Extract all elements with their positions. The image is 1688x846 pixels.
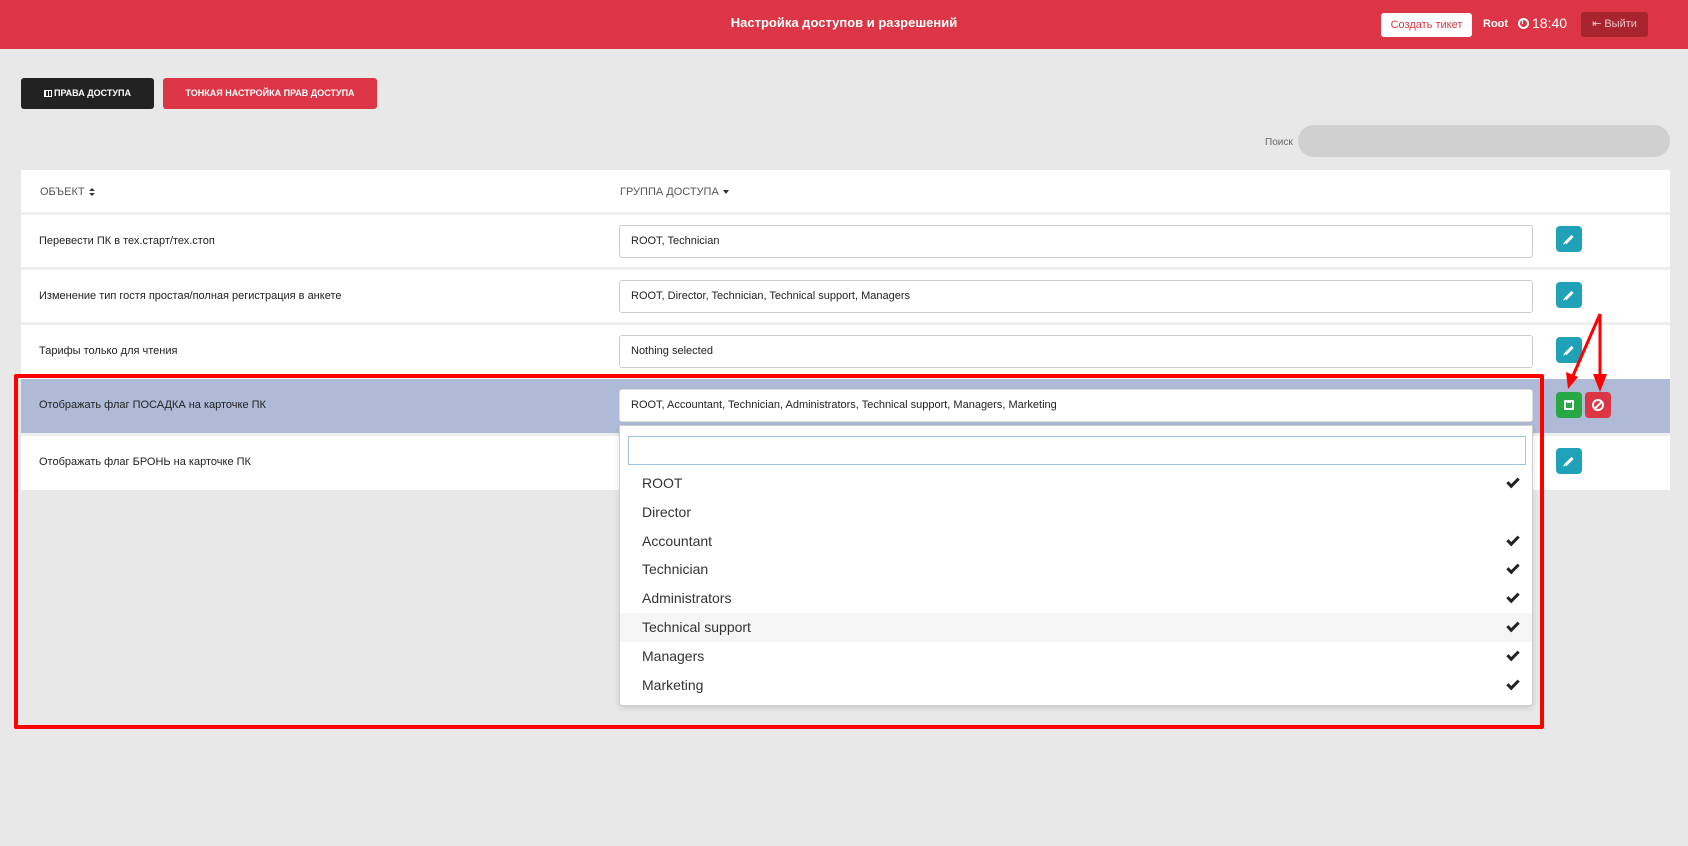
dropdown-option-marketing[interactable]: Marketing [620,671,1532,700]
logout-button[interactable]: ⇤ Выйти [1581,12,1648,37]
dropdown-option-technical-support[interactable]: Technical support [620,613,1532,642]
clock-icon [1518,18,1529,29]
ban-icon [1592,399,1604,411]
table-row: Тарифы только для чтения Nothing selecte… [21,322,1670,376]
row-group-select[interactable]: ROOT, Technician [619,225,1533,258]
check-icon [1506,560,1520,575]
row-object: Отображать флаг БРОНЬ на карточке ПК [39,456,251,468]
username: Root [1483,18,1509,30]
group-dropdown-menu: ROOT Director Accountant Technician Admi… [619,425,1533,706]
option-label: Technician [642,561,709,577]
table-row: Перевести ПК в тех.старт/тех.стоп ROOT, … [21,212,1670,266]
save-button[interactable] [1556,392,1582,418]
check-icon [1506,474,1520,489]
check-icon [1506,676,1520,691]
row-object: Изменение тип гостя простая/полная регис… [39,290,342,302]
pencil-icon [1564,234,1574,245]
tab-access-rights[interactable]: ПРАВА ДОСТУПА [21,78,154,109]
option-label: Marketing [642,677,704,693]
search-label: Поиск [1265,137,1293,148]
table-icon [44,90,52,98]
dropdown-option-technician[interactable]: Technician [620,555,1532,584]
dropdown-option-administrators[interactable]: Administrators [620,584,1532,613]
clock: 18:40 [1518,15,1567,31]
row-group-select[interactable]: Nothing selected [619,335,1533,368]
sort-icon [88,188,95,196]
dropdown-option-accountant[interactable]: Accountant [620,527,1532,556]
column-header-group[interactable]: ГРУППА ДОСТУПА [620,186,729,198]
option-label: Accountant [642,533,713,549]
check-icon [1506,647,1520,662]
clock-time: 18:40 [1532,15,1568,31]
edit-button[interactable] [1556,282,1582,308]
row-object: Тарифы только для чтения [39,345,178,357]
dropdown-option-director[interactable]: Director [620,498,1532,527]
tab-access-rights-label: ПРАВА ДОСТУПА [54,88,131,98]
floppy-icon [1564,400,1574,410]
pencil-icon [1564,290,1574,301]
check-icon [1506,589,1520,604]
option-label: Technical support [642,619,751,635]
dropdown-option-root[interactable]: ROOT [620,469,1532,498]
check-icon [1506,618,1520,633]
search-input[interactable] [1298,125,1670,157]
check-icon [1506,532,1520,547]
column-header-group-label: ГРУППА ДОСТУПА [620,186,719,198]
row-object: Перевести ПК в тех.старт/тех.стоп [39,235,215,247]
option-label: Director [642,504,692,520]
edit-button[interactable] [1556,226,1582,252]
top-bar: Настройка доступов и разрешений Создать … [0,0,1688,49]
pencil-icon [1564,345,1574,356]
tab-fine-tuning[interactable]: ТОНКАЯ НАСТРОЙКА ПРАВ ДОСТУПА [163,78,377,109]
option-label: Administrators [642,590,732,606]
sort-down-icon [722,190,729,194]
edit-button[interactable] [1556,337,1582,363]
edit-button[interactable] [1556,448,1582,474]
dropdown-option-managers[interactable]: Managers [620,642,1532,671]
column-header-object-label: ОБЪЕКТ [40,186,85,198]
row-group-select[interactable]: ROOT, Director, Technician, Technical su… [619,280,1533,313]
option-label: ROOT [642,475,683,491]
logout-label: Выйти [1604,18,1637,30]
logout-icon: ⇤ [1592,18,1605,30]
table-row: Изменение тип гостя простая/полная регис… [21,267,1670,321]
option-label: Managers [642,648,705,664]
pencil-icon [1564,456,1574,467]
column-header-object[interactable]: ОБЪЕКТ [40,186,95,198]
row-group-select[interactable]: ROOT, Accountant, Technician, Administra… [619,389,1533,422]
dropdown-search-input[interactable] [628,436,1526,465]
cancel-button[interactable] [1585,392,1611,418]
create-ticket-button[interactable]: Создать тикет [1381,13,1472,37]
row-object: Отображать флаг ПОСАДКА на карточке ПК [39,399,266,411]
